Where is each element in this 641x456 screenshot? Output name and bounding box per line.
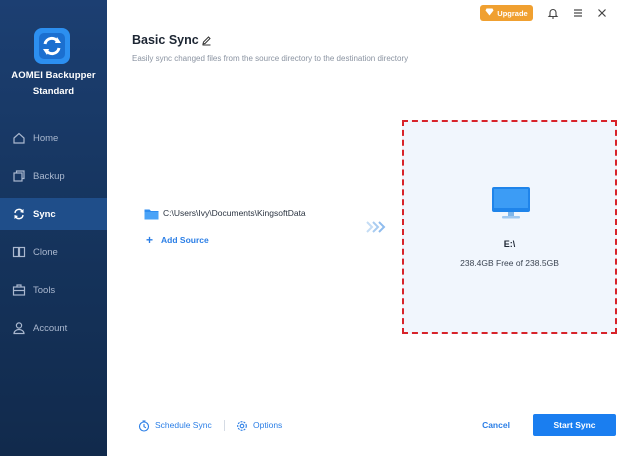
- sidebar-item-clone[interactable]: Clone: [0, 236, 107, 268]
- page-subtitle: Easily sync changed files from the sourc…: [132, 54, 409, 63]
- menu-icon[interactable]: [572, 6, 584, 18]
- destination-drive: E:\: [503, 239, 516, 249]
- schedule-sync-button[interactable]: Schedule Sync: [138, 419, 212, 432]
- app-edition: Standard: [32, 86, 75, 97]
- upgrade-button[interactable]: Upgrade: [480, 5, 533, 21]
- folder-icon: [144, 207, 159, 220]
- schedule-sync-label: Schedule Sync: [155, 420, 212, 430]
- account-icon: [12, 321, 26, 335]
- sidebar-item-home[interactable]: Home: [0, 122, 107, 154]
- sidebar-item-label: Sync: [33, 208, 56, 220]
- cancel-button[interactable]: Cancel: [470, 415, 522, 435]
- app-name: AOMEI Backupper: [11, 70, 96, 81]
- tools-icon: [12, 283, 26, 297]
- sidebar-item-backup[interactable]: Backup: [0, 160, 107, 192]
- sidebar-item-label: Tools: [33, 284, 56, 296]
- options-button[interactable]: Options: [236, 419, 282, 431]
- sidebar-item-account[interactable]: Account: [0, 312, 107, 344]
- footer-divider: [224, 420, 225, 431]
- destination-box[interactable]: E:\ 238.4GB Free of 238.5GB: [402, 120, 617, 334]
- sidebar-item-label: Account: [33, 322, 68, 334]
- options-label: Options: [253, 420, 283, 430]
- close-icon[interactable]: [596, 6, 608, 18]
- backup-icon: [12, 169, 26, 183]
- sidebar-item-label: Home: [33, 132, 59, 144]
- sync-icon: [12, 207, 26, 221]
- gear-icon: [236, 419, 248, 431]
- source-path: C:\Users\Ivy\Documents\KingsoftData: [163, 208, 306, 218]
- page-title: Basic Sync: [132, 33, 199, 47]
- start-sync-button[interactable]: Start Sync: [533, 414, 616, 436]
- diamond-icon: [485, 8, 494, 18]
- sidebar: AOMEI Backupper Standard Home Backup Syn…: [0, 0, 107, 456]
- direction-arrows-icon: [365, 220, 387, 233]
- add-source-label: Add Source: [161, 235, 209, 245]
- add-source-button[interactable]: + Add Source: [146, 233, 209, 247]
- sidebar-item-tools[interactable]: Tools: [0, 274, 107, 306]
- sidebar-item-label: Backup: [33, 170, 65, 182]
- upgrade-label: Upgrade: [497, 8, 528, 18]
- monitor-icon: [491, 186, 531, 220]
- sidebar-item-label: Clone: [33, 246, 58, 258]
- home-icon: [12, 131, 26, 145]
- destination-space: 238.4GB Free of 238.5GB: [460, 258, 559, 268]
- sidebar-item-sync[interactable]: Sync: [0, 198, 107, 230]
- aomei-logo-icon: [30, 24, 74, 68]
- bell-icon[interactable]: [547, 6, 559, 19]
- plus-icon: +: [146, 233, 154, 247]
- clock-icon: [138, 419, 150, 432]
- source-item[interactable]: C:\Users\Ivy\Documents\KingsoftData: [144, 206, 306, 220]
- edit-icon[interactable]: [201, 33, 212, 46]
- clone-icon: [12, 245, 26, 259]
